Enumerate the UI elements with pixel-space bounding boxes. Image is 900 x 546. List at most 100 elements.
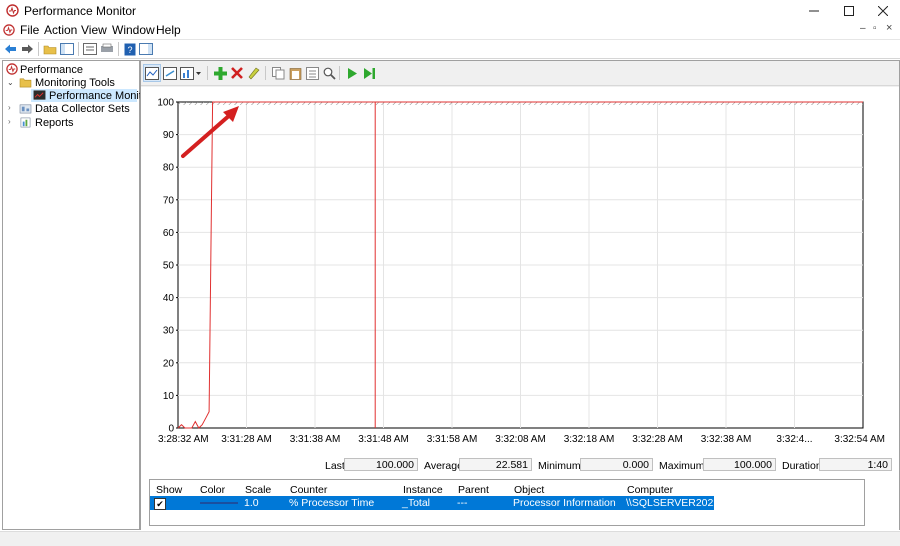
menu-file[interactable]: File (20, 23, 39, 37)
cell-parent: --- (457, 497, 468, 509)
stat-label-minimum: Minimum (538, 460, 581, 472)
toolbar-separator (339, 66, 340, 80)
mdi-close-icon[interactable]: × (886, 22, 892, 34)
toolbar-separator (38, 42, 39, 56)
monitor-chart-icon (33, 90, 46, 100)
tree-item-monitoring-tools[interactable]: Monitoring Tools (35, 77, 115, 89)
add-counter-icon[interactable] (212, 65, 228, 81)
col-header-scale[interactable]: Scale (245, 484, 271, 496)
status-bar (0, 531, 900, 546)
folder-tools-icon (19, 78, 32, 88)
menu-view[interactable]: View (81, 23, 107, 37)
graph-toolbar (141, 61, 899, 86)
table-row[interactable]: ✔ 1.0 % Processor Time _Total --- Proces… (150, 496, 723, 521)
back-icon[interactable] (3, 42, 17, 56)
data-collector-sets-icon (19, 104, 32, 114)
tree-item-performance[interactable]: Performance (20, 64, 83, 76)
freeze-display-icon[interactable] (162, 65, 178, 81)
col-header-show[interactable]: Show (156, 484, 182, 496)
close-icon[interactable] (866, 0, 900, 22)
menu-action[interactable]: Action (44, 23, 77, 37)
chart-grid (177, 101, 864, 429)
zoom-icon[interactable] (321, 65, 337, 81)
x-tick-label: 3:31:48 AM (358, 434, 409, 445)
svg-text:?: ? (127, 45, 132, 55)
x-tick-label: 3:32:38 AM (701, 434, 752, 445)
tree-item-label: Performance Monitor (49, 90, 152, 102)
collapsed-chevron-icon[interactable]: › (8, 103, 11, 112)
collapsed-chevron-icon[interactable]: › (8, 117, 11, 126)
highlight-icon[interactable] (246, 65, 262, 81)
y-tick-label: 50 (163, 261, 175, 272)
mdi-minimize-icon[interactable]: – (860, 23, 866, 34)
x-tick-label: 3:32:54 AM (834, 434, 885, 445)
annotation-arrow-icon (181, 106, 239, 158)
col-header-instance[interactable]: Instance (403, 484, 443, 496)
title-bar: Performance Monitor (0, 0, 900, 22)
paste-icon[interactable] (287, 65, 303, 81)
tree-item-reports[interactable]: Reports (35, 117, 74, 129)
cell-counter: % Processor Time (289, 497, 375, 509)
toolbar-separator (207, 66, 208, 80)
col-header-counter[interactable]: Counter (290, 484, 327, 496)
navigation-tree: Performance ⌄ Monitoring Tools Performan… (2, 60, 152, 530)
show-action-pane-icon[interactable] (139, 42, 153, 56)
cell-instance: _Total (402, 497, 431, 509)
show-checkbox[interactable]: ✔ (154, 498, 166, 510)
x-tick-label: 3:32:4... (776, 434, 812, 445)
y-tick-label: 40 (163, 293, 175, 304)
maximize-icon[interactable] (832, 0, 866, 22)
line-chart: 1009080706050403020100 3:28:32 AM 3:31:28… (157, 98, 885, 446)
up-folder-icon[interactable] (43, 42, 57, 56)
main-toolbar: ? (0, 40, 900, 59)
stat-value-average: 22.581 (459, 458, 532, 471)
reports-icon (20, 117, 31, 128)
y-tick-label: 80 (163, 163, 175, 174)
cell-scale: 1.0 (244, 497, 259, 509)
properties-icon[interactable] (304, 65, 320, 81)
x-tick-label: 3:32:08 AM (495, 434, 546, 445)
perfmon-icon[interactable] (3, 24, 15, 36)
cell-object: Processor Information (513, 497, 616, 509)
y-tick-label: 20 (163, 358, 175, 369)
stat-value-minimum: 0.000 (580, 458, 653, 471)
x-tick-label: 3:32:18 AM (564, 434, 615, 445)
forward-icon[interactable] (20, 42, 34, 56)
properties-list-icon[interactable] (83, 42, 97, 56)
graph-type-icon[interactable] (180, 65, 202, 81)
stat-value-maximum: 100.000 (703, 458, 776, 471)
delete-counter-icon[interactable] (229, 65, 245, 81)
x-axis-ticks: 3:28:32 AM 3:31:28 AM 3:31:38 AM 3:31:48 AM… (158, 434, 885, 445)
mdi-restore-icon[interactable]: ▫ (873, 23, 877, 34)
col-header-parent[interactable]: Parent (458, 484, 489, 496)
tree-item-data-collector-sets[interactable]: Data Collector Sets (35, 103, 130, 115)
help-icon[interactable]: ? (123, 42, 137, 56)
menu-help[interactable]: Help (156, 23, 181, 37)
menu-window[interactable]: Window (112, 23, 155, 37)
col-header-color[interactable]: Color (200, 484, 225, 496)
stat-label-last: Last (325, 460, 345, 472)
change-view-icon[interactable] (143, 64, 161, 82)
expanded-chevron-icon[interactable]: ⌄ (7, 78, 14, 87)
show-hide-tree-icon[interactable] (60, 42, 74, 56)
y-tick-label: 30 (163, 326, 175, 337)
x-tick-label: 3:31:58 AM (427, 434, 478, 445)
stat-label-average: Average (424, 460, 463, 472)
export-icon[interactable] (100, 42, 114, 56)
play-icon[interactable] (344, 65, 360, 81)
perfmon-icon (6, 4, 19, 17)
col-header-computer[interactable]: Computer (627, 484, 673, 496)
copy-icon[interactable] (270, 65, 286, 81)
minimize-icon[interactable] (797, 0, 831, 22)
y-tick-label: 60 (163, 228, 175, 239)
menu-bar: File Action View Window Help – ▫ × (0, 22, 900, 40)
y-tick-label: 70 (163, 195, 175, 206)
step-icon[interactable] (361, 65, 377, 81)
cell-computer: \\SQLSERVER2022-3 (626, 497, 723, 521)
stat-label-maximum: Maximum (659, 460, 705, 472)
stat-value-duration: 1:40 (819, 458, 892, 471)
y-tick-label: 90 (163, 130, 175, 141)
col-header-object[interactable]: Object (514, 484, 544, 496)
tree-item-performance-monitor[interactable]: Performance Monitor (31, 89, 152, 102)
x-tick-label: 3:28:32 AM (158, 434, 209, 445)
